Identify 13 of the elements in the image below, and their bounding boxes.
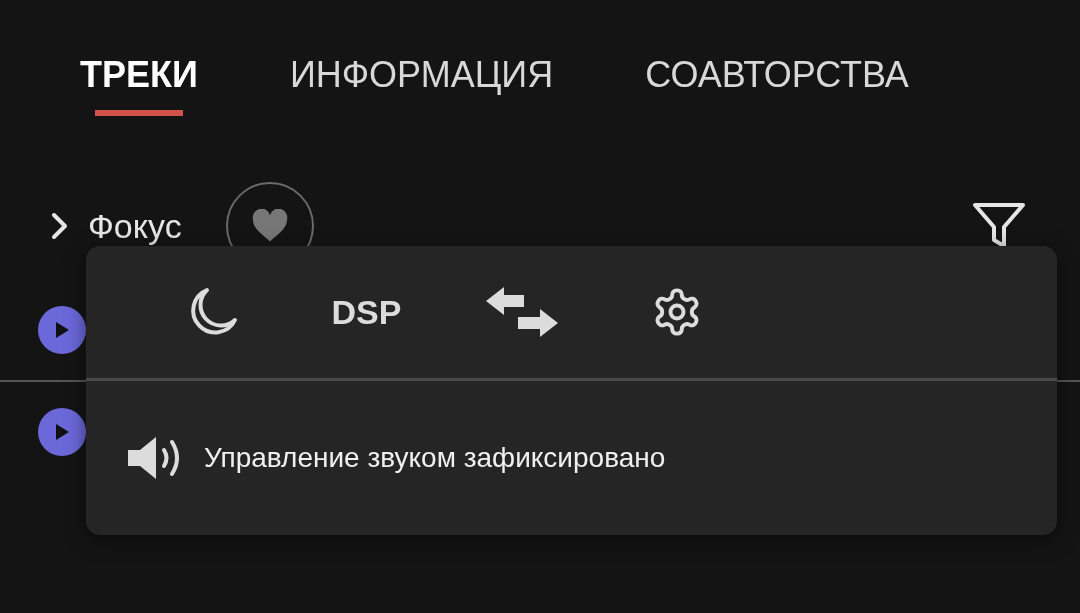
play-button[interactable] <box>38 306 86 354</box>
play-icon <box>54 423 70 441</box>
swap-arrows-icon <box>485 287 558 337</box>
tab[interactable]: ТРЕКИ <box>80 54 198 136</box>
dsp-button[interactable]: DSP <box>289 292 444 332</box>
tab[interactable]: ИНФОРМАЦИЯ <box>289 54 554 136</box>
tab[interactable]: СОАВТОРСТВА <box>645 54 909 136</box>
heart-icon <box>250 209 289 243</box>
chevron-icon <box>50 211 70 241</box>
play-button[interactable] <box>38 408 86 456</box>
play-icon <box>54 321 70 339</box>
focus-toggle[interactable]: Фокус <box>50 206 182 246</box>
status-message: Управление звуком зафиксировано <box>204 442 666 474</box>
